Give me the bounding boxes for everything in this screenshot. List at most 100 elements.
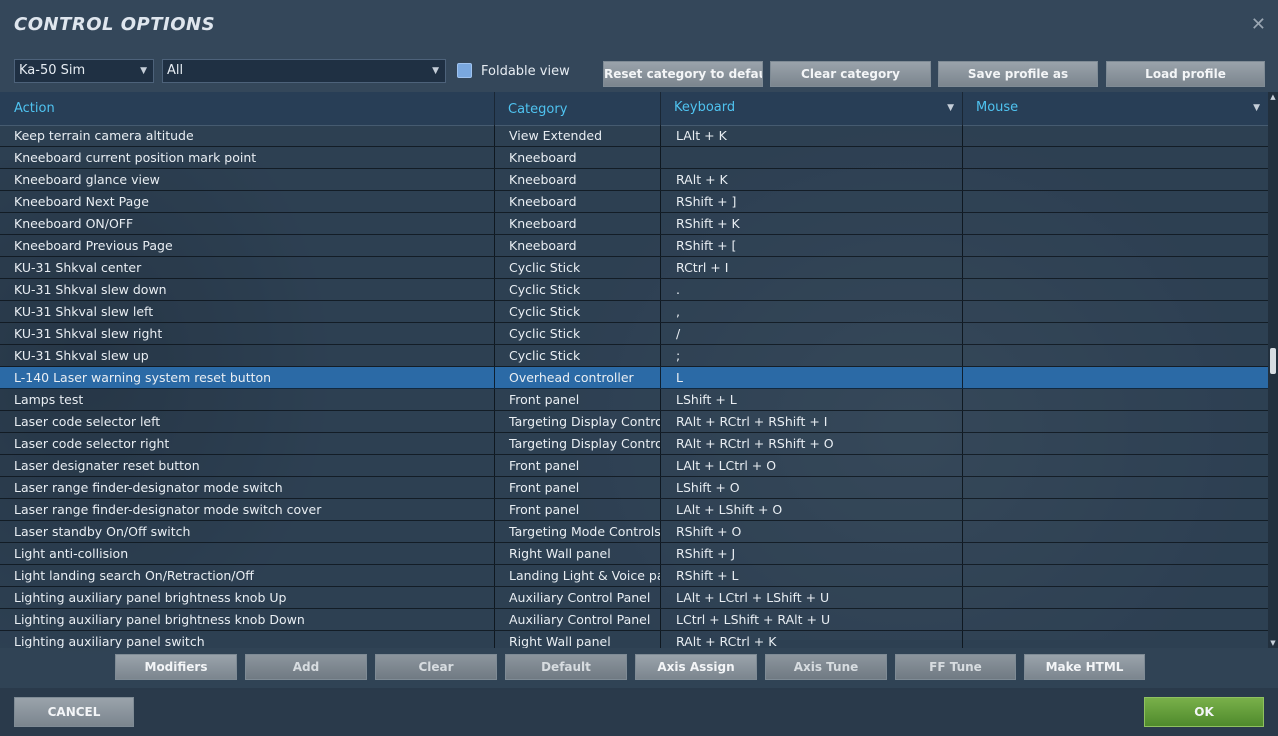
table-row[interactable]: Light landing search On/Retraction/Off La… xyxy=(0,565,1268,587)
cell-mouse[interactable] xyxy=(962,543,1268,564)
cell-mouse[interactable] xyxy=(962,257,1268,278)
table-row[interactable]: Kneeboard current position mark point Kne… xyxy=(0,147,1268,169)
header-keyboard[interactable]: Keyboard ▼ xyxy=(660,92,962,125)
cell-mouse[interactable] xyxy=(962,235,1268,256)
table-row[interactable]: Lamps test Front panel LShift + L xyxy=(0,389,1268,411)
clear-category-button[interactable]: Clear category xyxy=(770,61,931,87)
cell-keyboard[interactable]: LShift + O xyxy=(660,477,962,498)
scroll-down-icon[interactable]: ▼ xyxy=(1268,638,1278,648)
aircraft-select[interactable]: Ka-50 Sim ▼ xyxy=(14,59,154,83)
cell-mouse[interactable] xyxy=(962,521,1268,542)
table-row[interactable]: KU-31 Shkval slew left Cyclic Stick, xyxy=(0,301,1268,323)
table-row[interactable]: Keep terrain camera altitude View Extende… xyxy=(0,125,1268,147)
cell-mouse[interactable] xyxy=(962,323,1268,344)
axis-tune-button[interactable]: Axis Tune xyxy=(765,654,887,680)
cell-mouse[interactable] xyxy=(962,499,1268,520)
modifiers-button[interactable]: Modifiers xyxy=(115,654,237,680)
cell-mouse[interactable] xyxy=(962,367,1268,388)
cell-mouse[interactable] xyxy=(962,345,1268,366)
cell-mouse[interactable] xyxy=(962,147,1268,168)
table-row[interactable]: Light anti-collision Right Wall panel RShi… xyxy=(0,543,1268,565)
header-action[interactable]: Action xyxy=(0,92,494,125)
table-row[interactable]: Laser standby On/Off switch Targeting Mod… xyxy=(0,521,1268,543)
table-row[interactable]: Laser range finder-designator mode switc… xyxy=(0,477,1268,499)
scroll-up-icon[interactable]: ▲ xyxy=(1268,92,1278,102)
cell-mouse[interactable] xyxy=(962,389,1268,410)
cell-mouse[interactable] xyxy=(962,169,1268,190)
header-category[interactable]: Category xyxy=(494,92,660,125)
cell-keyboard[interactable]: RShift + J xyxy=(660,543,962,564)
cell-mouse[interactable] xyxy=(962,631,1268,648)
chevron-down-icon[interactable]: ▼ xyxy=(947,92,954,124)
close-icon[interactable]: ✕ xyxy=(1251,14,1266,35)
cell-keyboard[interactable]: L xyxy=(660,367,962,388)
table-row[interactable]: Kneeboard glance view Kneeboard RAlt + K xyxy=(0,169,1268,191)
cell-keyboard[interactable]: RCtrl + I xyxy=(660,257,962,278)
cell-keyboard[interactable]: RAlt + RCtrl + K xyxy=(660,631,962,648)
table-scrollbar[interactable]: ▲ ▼ xyxy=(1268,92,1278,648)
ff-tune-button[interactable]: FF Tune xyxy=(895,654,1016,680)
save-profile-button[interactable]: Save profile as xyxy=(938,61,1098,87)
scroll-thumb[interactable] xyxy=(1270,348,1276,374)
table-row[interactable]: Laser code selector right Targeting Displ… xyxy=(0,433,1268,455)
cell-mouse[interactable] xyxy=(962,455,1268,476)
cell-mouse[interactable] xyxy=(962,609,1268,630)
foldable-view-checkbox[interactable] xyxy=(457,63,472,78)
header-mouse[interactable]: Mouse ▼ xyxy=(962,92,1268,125)
cell-keyboard[interactable] xyxy=(660,147,962,168)
cell-keyboard[interactable]: RShift + [ xyxy=(660,235,962,256)
make-html-button[interactable]: Make HTML xyxy=(1024,654,1145,680)
cell-keyboard[interactable]: RShift + ] xyxy=(660,191,962,212)
table-row[interactable]: KU-31 Shkval center Cyclic Stick RCtrl + I xyxy=(0,257,1268,279)
category-filter-select[interactable]: All ▼ xyxy=(162,59,446,83)
table-row[interactable]: Laser range finder-designator mode switc… xyxy=(0,499,1268,521)
cell-keyboard[interactable]: RShift + L xyxy=(660,565,962,586)
cell-mouse[interactable] xyxy=(962,587,1268,608)
table-row[interactable]: Laser designater reset button Front panel… xyxy=(0,455,1268,477)
table-row[interactable]: Kneeboard Next Page Kneeboard RShift + ] xyxy=(0,191,1268,213)
cell-keyboard[interactable]: RAlt + RCtrl + RShift + O xyxy=(660,433,962,454)
cell-keyboard[interactable]: RShift + O xyxy=(660,521,962,542)
table-row[interactable]: KU-31 Shkval slew down Cyclic Stick. xyxy=(0,279,1268,301)
table-row[interactable]: Kneeboard Previous Page Kneeboard RShift +… xyxy=(0,235,1268,257)
cell-mouse[interactable] xyxy=(962,213,1268,234)
cancel-button[interactable]: CANCEL xyxy=(14,697,134,727)
cell-keyboard[interactable]: . xyxy=(660,279,962,300)
cell-mouse[interactable] xyxy=(962,477,1268,498)
cell-keyboard[interactable]: RAlt + K xyxy=(660,169,962,190)
load-profile-button[interactable]: Load profile xyxy=(1106,61,1265,87)
table-row[interactable]: Lighting auxiliary panel brightness knob… xyxy=(0,587,1268,609)
cell-mouse[interactable] xyxy=(962,565,1268,586)
cell-mouse[interactable] xyxy=(962,433,1268,454)
table-row[interactable]: KU-31 Shkval slew up Cyclic Stick; xyxy=(0,345,1268,367)
cell-keyboard[interactable]: RShift + K xyxy=(660,213,962,234)
cell-keyboard[interactable]: LShift + L xyxy=(660,389,962,410)
cell-keyboard[interactable]: / xyxy=(660,323,962,344)
cell-mouse[interactable] xyxy=(962,279,1268,300)
cell-keyboard[interactable]: LAlt + LCtrl + O xyxy=(660,455,962,476)
table-row[interactable]: KU-31 Shkval slew right Cyclic Stick / xyxy=(0,323,1268,345)
cell-keyboard[interactable]: LAlt + LCtrl + LShift + U xyxy=(660,587,962,608)
cell-keyboard[interactable]: ; xyxy=(660,345,962,366)
table-row[interactable]: Lighting auxiliary panel brightness knob… xyxy=(0,609,1268,631)
axis-assign-button[interactable]: Axis Assign xyxy=(635,654,757,680)
cell-keyboard[interactable]: LAlt + K xyxy=(660,125,962,146)
cell-keyboard[interactable]: LCtrl + LShift + RAlt + U xyxy=(660,609,962,630)
table-row[interactable]: L-140 Laser warning system reset button O… xyxy=(0,367,1268,389)
table-row[interactable]: Lighting auxiliary panel switch Right Wal… xyxy=(0,631,1268,648)
cell-mouse[interactable] xyxy=(962,411,1268,432)
table-row[interactable]: Kneeboard ON/OFF Kneeboard RShift + K xyxy=(0,213,1268,235)
cell-keyboard[interactable]: , xyxy=(660,301,962,322)
cell-keyboard[interactable]: RAlt + RCtrl + RShift + I xyxy=(660,411,962,432)
cell-mouse[interactable] xyxy=(962,191,1268,212)
cell-keyboard[interactable]: LAlt + LShift + O xyxy=(660,499,962,520)
table-row[interactable]: Laser code selector left Targeting Displa… xyxy=(0,411,1268,433)
chevron-down-icon[interactable]: ▼ xyxy=(1253,92,1260,124)
add-button[interactable]: Add xyxy=(245,654,367,680)
default-button[interactable]: Default xyxy=(505,654,627,680)
clear-button[interactable]: Clear xyxy=(375,654,497,680)
ok-button[interactable]: OK xyxy=(1144,697,1264,727)
reset-category-button[interactable]: Reset category to default xyxy=(603,61,763,87)
cell-mouse[interactable] xyxy=(962,125,1268,146)
cell-mouse[interactable] xyxy=(962,301,1268,322)
